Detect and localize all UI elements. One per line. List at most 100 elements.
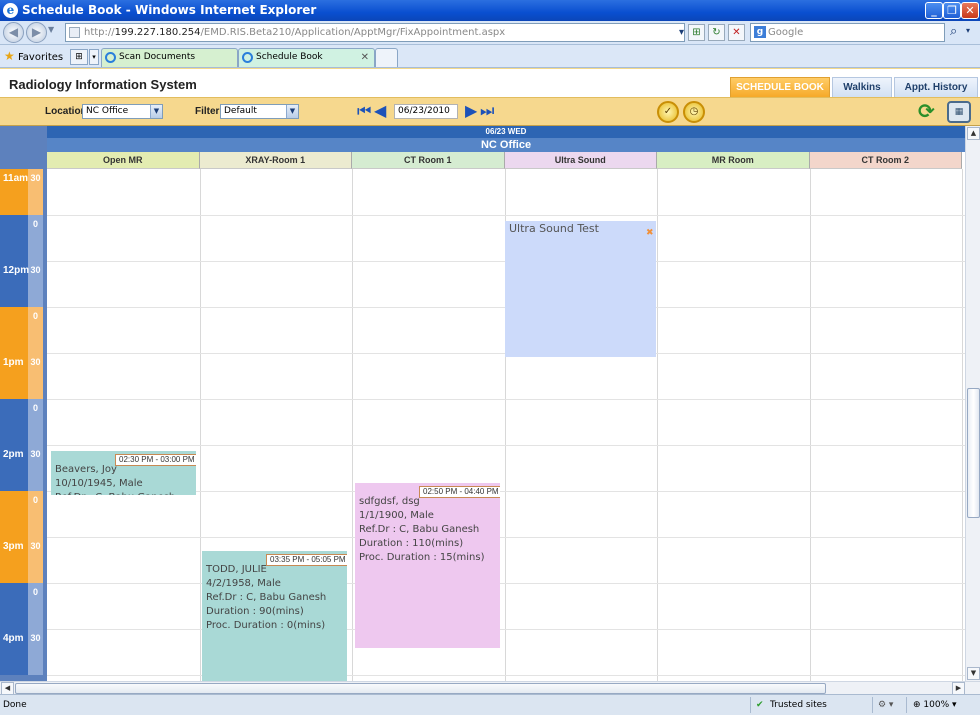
last-date-icon[interactable]: ⏭	[480, 103, 494, 119]
location-select[interactable]: NC Office ▼	[82, 104, 163, 119]
appointment-detail: Proc. Duration : 0(mins)	[206, 620, 326, 631]
filter-label: Filter	[195, 106, 220, 117]
appointment-block[interactable]: Ultra Sound Test ✖	[505, 221, 656, 357]
refresh-icon[interactable]: ⟳	[918, 100, 940, 124]
scroll-thumb[interactable]	[967, 388, 980, 518]
delete-appointment-icon[interactable]: ✖	[646, 226, 654, 240]
search-input[interactable]: g Google	[750, 23, 945, 42]
minute-label: 0	[28, 399, 43, 445]
room-header: CT Room 2	[809, 152, 962, 169]
new-tab-button[interactable]	[375, 48, 398, 67]
favorites-label: Favorites	[17, 52, 64, 63]
filter-select[interactable]: Default ▼	[220, 104, 299, 119]
address-bar: ◀ ▶ ▼ http://199.227.180.254/EMD.RIS.Bet…	[0, 21, 980, 45]
room-header: XRAY-Room 1	[199, 152, 352, 169]
location-label: Location	[45, 106, 87, 117]
next-date-icon[interactable]: ▶	[465, 103, 477, 119]
hour-label	[0, 399, 28, 445]
scroll-down-icon[interactable]: ▼	[967, 667, 980, 680]
back-button[interactable]: ◀	[3, 22, 24, 43]
room-header: Open MR	[47, 152, 200, 169]
date-header: 06/23 WED	[47, 126, 965, 138]
appointment-detail: Duration : 110(mins)	[359, 538, 464, 549]
check-clock-icon[interactable]: ✓	[657, 101, 679, 123]
url-field[interactable]: http://199.227.180.254/EMD.RIS.Beta210/A…	[65, 23, 685, 42]
appointment-detail: 1/1/1900, Male	[359, 510, 434, 521]
protected-mode-icon[interactable]: ⚙ ▾	[878, 695, 893, 715]
time-slot-line	[47, 399, 965, 400]
favorites-button[interactable]: ★ Favorites	[4, 49, 63, 63]
security-zone: Trusted sites	[770, 700, 827, 710]
search-icon[interactable]: ⌕	[950, 24, 957, 39]
url-host: 199.227.180.254	[114, 27, 201, 38]
trusted-check-icon: ✔	[756, 700, 764, 710]
tab-scan-documents[interactable]: Scan Documents	[101, 48, 238, 67]
previous-date-icon[interactable]: ◀	[374, 103, 386, 119]
date-field[interactable]: 06/23/2010	[394, 104, 458, 119]
close-window-button[interactable]: ✕	[961, 2, 979, 19]
search-placeholder: Google	[768, 27, 804, 38]
schedule-grid: 06/23 WED NC Office Open MR XRAY-Room 1 CT…	[0, 126, 965, 682]
status-divider	[750, 697, 751, 713]
location-value: NC Office	[86, 106, 129, 116]
minute-label: 0	[28, 583, 43, 629]
filter-value: Default	[224, 106, 257, 116]
quick-tabs-icon[interactable]: ⊞	[70, 49, 88, 65]
google-logo-icon: g	[754, 26, 766, 38]
compat-view-icon[interactable]: ⊞	[688, 24, 705, 41]
first-date-icon[interactable]: ⏮	[357, 103, 371, 119]
time-slot-line	[47, 537, 965, 538]
appointment-block[interactable]: Beavers, Joy10/10/1945, MaleRef.Dr : C, …	[51, 451, 196, 495]
app-header: Radiology Information System SCHEDULE BO…	[0, 68, 980, 99]
room-header: MR Room	[657, 152, 810, 169]
hour-label	[0, 491, 28, 537]
tab-label: Scan Documents	[119, 52, 196, 62]
appointment-time-badge: 02:50 PM - 04:40 PM	[419, 486, 500, 498]
tab-walkins[interactable]: Walkins	[832, 77, 892, 99]
browser-tab-bar: ★ Favorites ⊞ ▾ Scan Documents Schedule …	[0, 45, 980, 68]
scroll-up-icon[interactable]: ▲	[967, 127, 980, 140]
minimize-button[interactable]: _	[925, 2, 943, 19]
column-divider	[657, 169, 658, 682]
chevron-down-icon: ▼	[286, 105, 298, 118]
horizontal-scrollbar[interactable]: ◀ ▶	[0, 681, 980, 695]
appointment-block[interactable]: sdfgdsf, dsg 1/1/1900, Male Ref.Dr : C, Ba…	[355, 483, 500, 648]
appointment-title: Ultra Sound Test	[509, 222, 599, 235]
hour-label: 11am	[0, 169, 28, 215]
page-icon	[69, 27, 80, 38]
status-bar: Done ✔ Trusted sites ⚙ ▾ ⊕ 100% ▾	[0, 694, 980, 715]
forward-button[interactable]: ▶	[26, 22, 47, 43]
url-prefix: http://	[84, 27, 115, 38]
tab-list-dropdown-icon[interactable]: ▾	[89, 49, 99, 65]
minute-label: 0	[28, 491, 43, 537]
alarm-clock-icon[interactable]: ◷	[683, 101, 705, 123]
appointment-detail: Ref.Dr : C, Babu Ganesh	[359, 524, 480, 535]
history-dropdown-icon[interactable]: ▼	[48, 25, 54, 34]
calendar-icon[interactable]: ▦	[947, 101, 971, 123]
tab-schedule-book[interactable]: Schedule Book ✕	[238, 48, 375, 67]
minute-label: 30	[28, 169, 43, 215]
tab-page-icon	[105, 52, 116, 63]
hour-label	[0, 215, 28, 261]
tab-schedule-book-app[interactable]: SCHEDULE BOOK	[730, 77, 830, 99]
close-tab-icon[interactable]: ✕	[361, 49, 369, 66]
appointment-detail: Proc. Duration : 15(mins)	[359, 552, 485, 563]
tab-page-icon	[242, 52, 253, 63]
hour-label: 4pm	[0, 629, 28, 675]
refresh-page-icon[interactable]: ↻	[708, 24, 725, 41]
stop-icon[interactable]: ✕	[728, 24, 745, 41]
vertical-scrollbar[interactable]: ▲ ▼	[965, 126, 980, 682]
window-title: Schedule Book - Windows Internet Explore…	[22, 3, 317, 17]
time-slot-line	[47, 583, 965, 584]
appointment-detail: 10/10/1945, Male	[55, 478, 143, 489]
restore-button[interactable]: ❐	[943, 2, 961, 19]
column-divider	[352, 169, 353, 682]
horizontal-scroll-thumb[interactable]	[15, 683, 826, 694]
zoom-level[interactable]: ⊕ 100% ▾	[913, 695, 957, 715]
search-options-icon[interactable]: ▾	[966, 26, 970, 35]
tab-appt-history[interactable]: Appt. History	[894, 77, 978, 99]
appointment-block[interactable]: TODD, JULIE 4/2/1958, Male Ref.Dr : C, Bab…	[202, 551, 347, 682]
hour-label: 3pm	[0, 537, 28, 583]
hour-label	[0, 583, 28, 629]
appointment-time-badge: 03:35 PM - 05:05 PM	[266, 554, 347, 566]
